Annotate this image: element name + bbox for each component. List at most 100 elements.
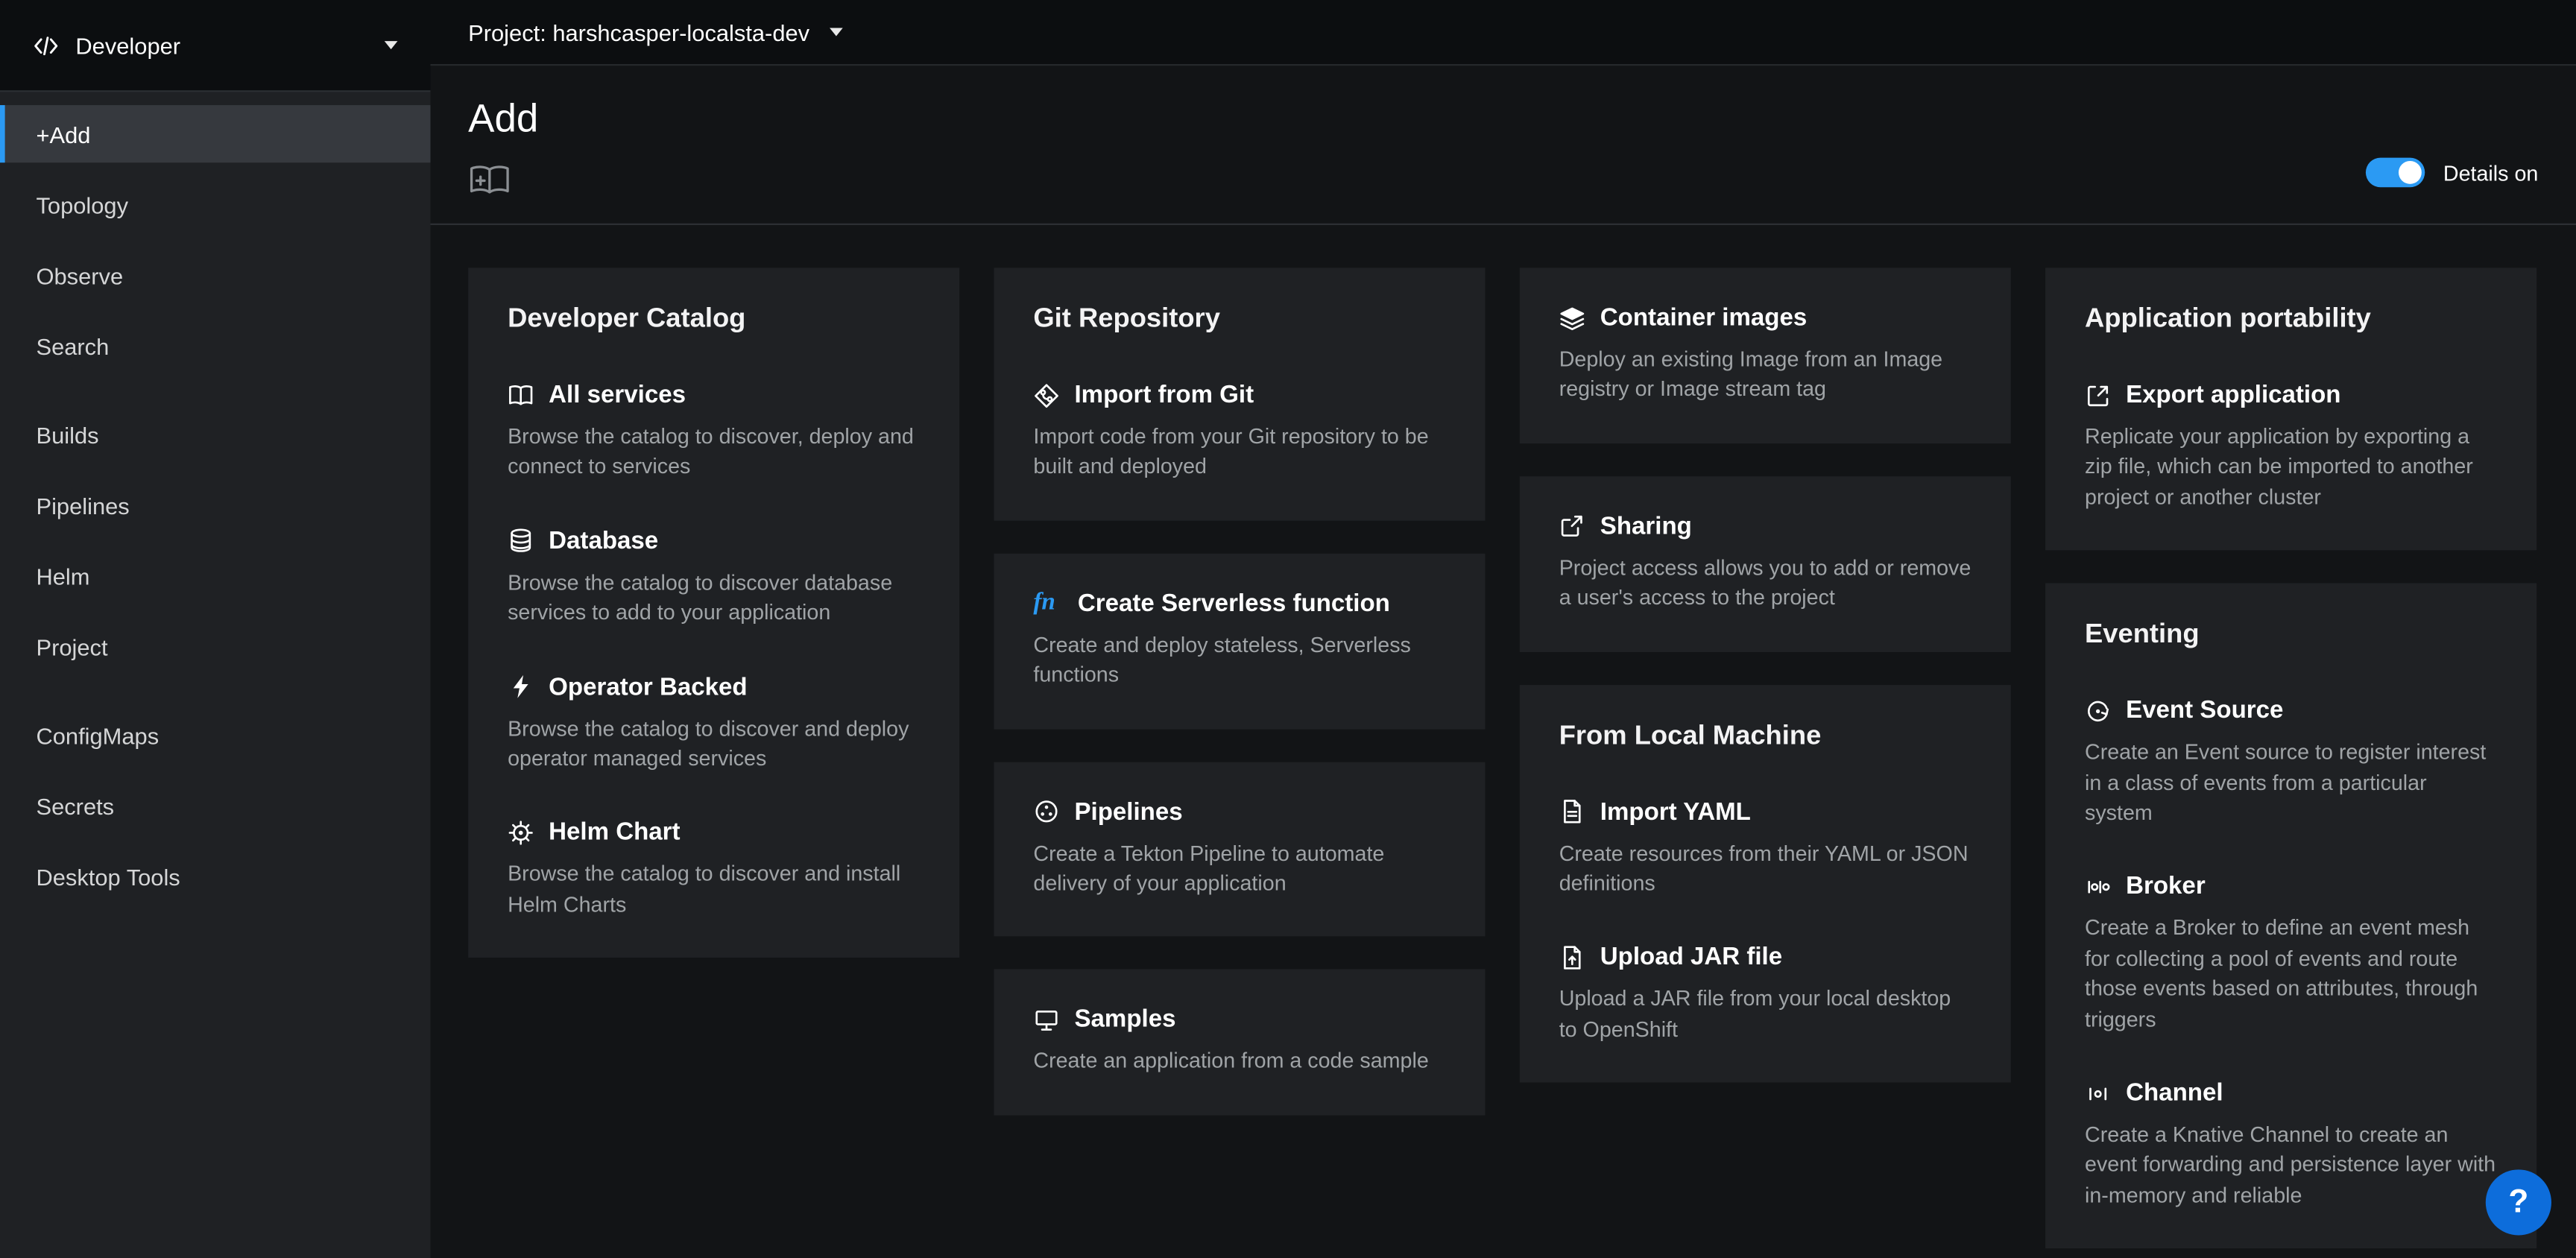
card-title: Git Repository — [1033, 303, 1445, 337]
sidebar-item-search[interactable]: Search — [0, 317, 430, 374]
database-icon — [508, 528, 534, 554]
card-developer-catalog: Developer Catalog All services Browse th… — [468, 268, 959, 958]
item-label: Container images — [1600, 303, 1807, 334]
help-button[interactable]: ? — [2486, 1169, 2551, 1235]
details-toggle-group: Details on — [2366, 158, 2538, 188]
sidebar-item-pipelines[interactable]: Pipelines — [0, 476, 430, 534]
item-label: Samples — [1074, 1005, 1175, 1036]
sidebar-item-helm[interactable]: Helm — [0, 547, 430, 604]
item-label: Sharing — [1600, 511, 1692, 542]
sidebar: +Add Topology Observe Search Builds Pipe… — [0, 92, 430, 1258]
item-label: Database — [549, 525, 658, 557]
page-title: Add — [468, 95, 2538, 145]
helm-icon — [508, 820, 534, 846]
sidebar-group: ConfigMaps Secrets Desktop Tools — [0, 707, 430, 905]
item-description: Create a Broker to define an event mesh … — [2085, 914, 2497, 1034]
item-sharing[interactable]: Sharing Project access allows you to add… — [1559, 511, 1972, 613]
item-description: Create and deploy stateless, Serverless … — [1033, 630, 1445, 691]
item-event-source[interactable]: Event Source Create an Event source to r… — [2085, 695, 2497, 829]
item-operator-backed[interactable]: Operator Backed Browse the catalog to di… — [508, 671, 920, 774]
item-description: Create a Knative Channel to create an ev… — [2085, 1120, 2497, 1211]
catalog-icon — [508, 382, 534, 408]
item-description: Deploy an existing Image from an Image r… — [1559, 345, 1972, 405]
sidebar-item-topology[interactable]: Topology — [0, 176, 430, 233]
card-title: Application portability — [2085, 303, 2497, 337]
pipelines-icon — [1033, 798, 1059, 824]
card-title: Developer Catalog — [508, 303, 920, 337]
item-description: Create a Tekton Pipeline to automate del… — [1033, 838, 1445, 899]
sidebar-group: Builds Pipelines Helm Project — [0, 405, 430, 674]
upload-jar-icon — [1559, 944, 1585, 970]
card-git-repository: Git Repository Import from Git Import c — [994, 268, 1485, 520]
item-label: Helm Chart — [549, 817, 680, 848]
sidebar-item-observe[interactable]: Observe — [0, 247, 430, 304]
project-selector-label: Project: harshcasper-localsta-dev — [468, 19, 809, 45]
item-export-application[interactable]: Export application Replicate your applic… — [2085, 379, 2497, 513]
card-application-portability: Application portability Export applicati… — [2045, 268, 2536, 551]
item-description: Browse the catalog to discover and insta… — [508, 860, 920, 920]
add-page-grid: Developer Catalog All services Browse th… — [468, 268, 2538, 1248]
item-all-services[interactable]: All services Browse the catalog to disco… — [508, 379, 920, 482]
chevron-down-icon — [830, 28, 843, 36]
import-yaml-icon — [1559, 798, 1585, 824]
grid-column: Container images Deploy an existing Imag… — [1520, 268, 2011, 1083]
item-create-serverless-function[interactable]: fn Create Serverless function Create and… — [1033, 588, 1445, 691]
item-label: Import YAML — [1600, 796, 1751, 827]
container-images-icon — [1559, 305, 1585, 331]
item-samples[interactable]: Samples Create an application from a cod… — [1033, 1005, 1445, 1078]
sidebar-item-project[interactable]: Project — [0, 618, 430, 675]
sidebar-item-secrets[interactable]: Secrets — [0, 777, 430, 835]
item-label: Pipelines — [1074, 796, 1182, 827]
item-pipelines[interactable]: Pipelines Create a Tekton Pipeline to au… — [1033, 796, 1445, 899]
item-label: Broker — [2126, 871, 2206, 903]
card-serverless-function[interactable]: fn Create Serverless function Create and… — [994, 553, 1485, 728]
item-description: Project access allows you to add or remo… — [1559, 553, 1972, 613]
item-channel[interactable]: Channel Create a Knative Channel to crea… — [2085, 1078, 2497, 1211]
sidebar-item-add[interactable]: +Add — [0, 105, 430, 162]
card-samples[interactable]: Samples Create an application from a cod… — [994, 970, 1485, 1115]
toggle-knob — [2399, 161, 2422, 184]
item-upload-jar-file[interactable]: Upload JAR file Upload a JAR file from y… — [1559, 942, 1972, 1045]
details-toggle-label: Details on — [2443, 160, 2538, 185]
item-description: Replicate your application by exporting … — [2085, 422, 2497, 513]
item-import-from-git[interactable]: Import from Git Import code from your Gi… — [1033, 379, 1445, 482]
sidebar-item-desktop-tools[interactable]: Desktop Tools — [0, 847, 430, 905]
chevron-down-icon — [385, 41, 398, 49]
card-container-images[interactable]: Container images Deploy an existing Imag… — [1520, 268, 2011, 443]
item-description: Import code from your Git repository to … — [1033, 422, 1445, 482]
main-content: Add Details on Developer Catalog — [430, 66, 2576, 1258]
item-database[interactable]: Database Browse the catalog to discover … — [508, 525, 920, 628]
item-label: All services — [549, 379, 686, 411]
bolt-icon — [508, 674, 534, 700]
item-label: Event Source — [2126, 695, 2283, 727]
project-selector[interactable]: Project: harshcasper-localsta-dev — [468, 19, 842, 45]
item-description: Create an application from a code sample — [1033, 1047, 1445, 1078]
samples-icon — [1033, 1007, 1059, 1033]
card-sharing[interactable]: Sharing Project access allows you to add… — [1520, 476, 2011, 651]
item-label: Import from Git — [1074, 379, 1254, 411]
sidebar-item-builds[interactable]: Builds — [0, 405, 430, 463]
item-label: Operator Backed — [549, 671, 747, 703]
item-helm-chart[interactable]: Helm Chart Browse the catalog to discove… — [508, 817, 920, 920]
quick-starts-button[interactable] — [468, 162, 511, 207]
details-toggle[interactable] — [2366, 158, 2425, 188]
item-import-yaml[interactable]: Import YAML Create resources from their … — [1559, 796, 1972, 899]
header-divider — [430, 224, 2576, 225]
open-book-add-icon — [468, 162, 511, 198]
code-icon — [33, 32, 59, 58]
sidebar-item-configmaps[interactable]: ConfigMaps — [0, 707, 430, 764]
item-label: Export application — [2126, 379, 2340, 411]
card-pipelines[interactable]: Pipelines Create a Tekton Pipeline to au… — [994, 762, 1485, 937]
git-icon — [1033, 382, 1059, 408]
card-eventing: Eventing Event Source Create an Event so… — [2045, 584, 2536, 1249]
serverless-fn-icon: fn — [1033, 590, 1063, 616]
grid-column: Application portability Export applicati… — [2045, 268, 2536, 1248]
broker-icon — [2085, 873, 2111, 900]
event-source-icon — [2085, 698, 2111, 724]
item-broker[interactable]: Broker Create a Broker to define an even… — [2085, 871, 2497, 1035]
card-from-local-machine: From Local Machine Import YAML Create re… — [1520, 684, 2011, 1083]
item-container-images[interactable]: Container images Deploy an existing Imag… — [1559, 303, 1972, 405]
card-title: From Local Machine — [1559, 719, 1972, 753]
perspective-switcher[interactable]: Developer — [0, 0, 430, 92]
grid-column: Developer Catalog All services Browse th… — [468, 268, 959, 958]
